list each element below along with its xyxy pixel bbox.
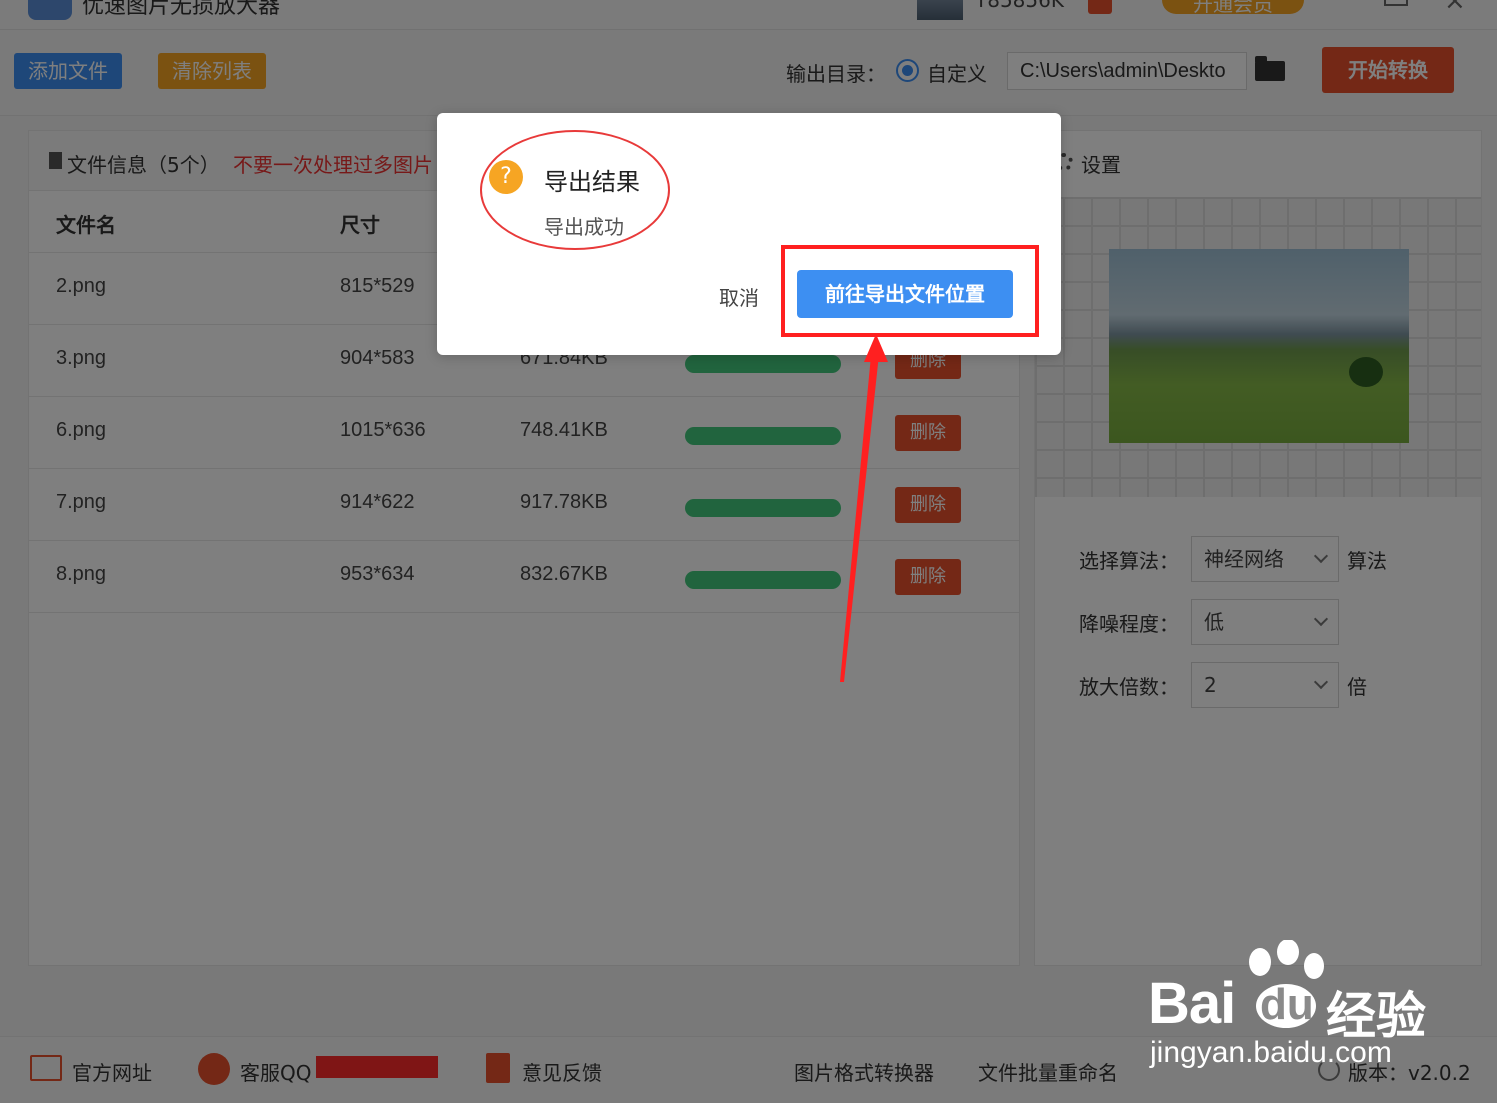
baidu-jingyan-watermark: Bai du 经验 jingyan.baidu.com (1148, 940, 1428, 1070)
annotation-arrow-head (864, 334, 888, 362)
watermark-bai-text: Bai (1148, 971, 1236, 1036)
watermark-url: jingyan.baidu.com (1150, 1036, 1392, 1069)
watermark-du-text: du (1260, 980, 1314, 1029)
annotation-arrow (840, 334, 888, 682)
annotation-arrow-shaft (840, 345, 880, 682)
